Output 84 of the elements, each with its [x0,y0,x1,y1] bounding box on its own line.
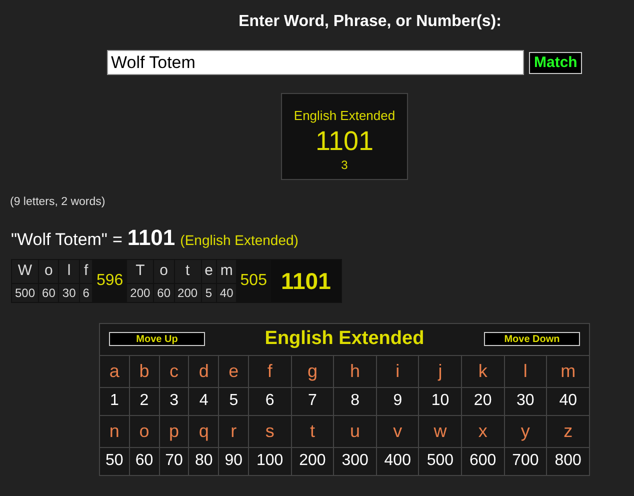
letter-cell: e [218,355,249,388]
result-value: 1101 [314,126,375,156]
letter-cell: u [334,415,376,448]
phrase-text: "Wolf Totem" [11,229,108,252]
letter-cell: a [100,355,130,388]
letter-cell: q [188,415,219,448]
letter-cell: T [127,260,154,283]
value-cell: 5 [218,387,249,416]
letter-cell: k [462,355,504,388]
cipher-title: English Extended [264,327,424,351]
letter-cell: g [291,355,334,388]
cipher-name: (English Extended) [180,231,298,250]
letter-cell: i [376,355,419,388]
value-cell: 60 [39,284,58,302]
value-cell: 600 [462,447,504,476]
letter-cell: l [504,355,547,388]
letter-cell: t [174,260,201,283]
value-cell: 200 [291,447,334,476]
value-cell: 4 [188,387,219,416]
letter-cell: o [129,415,160,448]
letter-cell: o [154,260,174,283]
letter-cell: m [546,355,590,388]
letter-cell: w [418,415,462,448]
value-cell: 400 [376,447,419,476]
total-value: 1101 [127,224,176,252]
letter-cell: s [248,415,292,448]
letter-cell: h [334,355,376,388]
value-cell: 100 [248,447,292,476]
value-cell: 700 [504,447,547,476]
letter-cell: t [291,415,334,448]
letter-cell: c [159,355,189,388]
value-cell: 40 [546,387,590,416]
move-up-button[interactable]: Move Up [109,332,205,346]
value-cell: 200 [127,284,154,302]
value-cell: 60 [129,447,160,476]
value-cell: 6 [248,387,292,416]
value-cell: 3 [159,387,189,416]
letter-cell: v [376,415,419,448]
value-cell: 500 [418,447,462,476]
value-cell: 10 [418,387,462,416]
value-cell: 90 [218,447,249,476]
letter-cell: z [546,415,590,448]
equals-sign: = [112,229,122,252]
page-heading: Enter Word, Phrase, or Number(s): [238,12,502,32]
input-field[interactable]: Wolf Totem [107,50,524,75]
letter-cell: j [418,355,462,388]
value-cell: 300 [334,447,376,476]
letter-cell: r [218,415,249,448]
letter-cell: f [80,260,92,283]
value-cell: 9 [376,387,419,416]
value-cell: 2 [129,387,160,416]
value-cell: 30 [59,284,79,302]
move-down-button[interactable]: Move Down [484,332,580,346]
letter-word-count: (9 letters, 2 words) [10,195,106,210]
match-button[interactable]: Match [529,52,582,74]
cipher-name: English Extended [292,107,396,125]
letter-cell: W [12,260,38,283]
letter-cell: l [59,260,79,283]
letter-cell: y [504,415,547,448]
value-cell: 500 [12,284,38,302]
letter-cell: d [188,355,219,388]
value-cell: 40 [216,284,236,302]
letter-cell: x [462,415,504,448]
letter-cell: o [39,260,58,283]
letter-cell: f [248,355,292,388]
value-cell: 6 [80,284,92,302]
value-cell: 7 [291,387,334,416]
letter-cell: e [202,260,216,283]
letter-cell: p [159,415,189,448]
value-cell: 20 [462,387,504,416]
value-cell: 30 [504,387,547,416]
value-cell: 70 [159,447,189,476]
value-cell: 50 [100,447,130,476]
letter-cell: m [216,260,236,283]
value-cell: 1 [100,387,130,416]
value-cell: 80 [188,447,219,476]
match-count: 3 [340,156,349,174]
letter-cell: b [129,355,160,388]
value-cell: 5 [202,284,216,302]
value-cell: 200 [174,284,201,302]
value-cell: 60 [154,284,174,302]
value-cell: 8 [334,387,376,416]
letter-cell: n [100,415,130,448]
value-cell: 800 [546,447,590,476]
